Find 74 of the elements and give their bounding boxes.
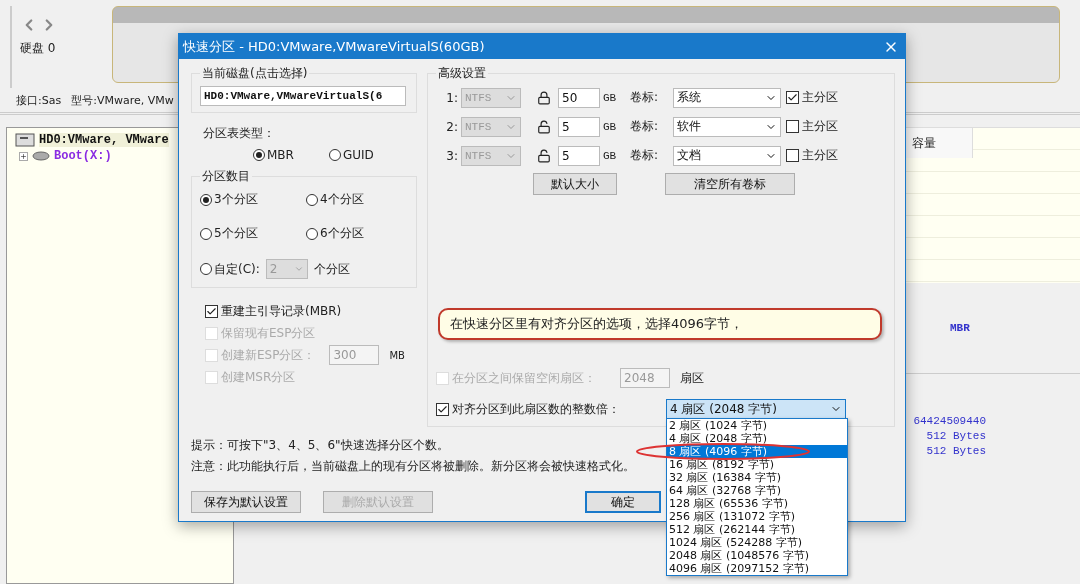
hint-text: 提示：可按下"3、4、5、6"快速选择分区个数。 — [191, 437, 449, 454]
checkbox[interactable]: 重建主引导记录(MBR) — [205, 300, 342, 322]
list-option[interactable]: 4 扇区 (2048 字节) — [667, 432, 847, 445]
volume-select[interactable]: 软件 — [673, 116, 781, 137]
count-suffix: 个分区 — [313, 260, 350, 278]
hint-text: 注意：此功能执行后，当前磁盘上的现有分区将被删除。新分区将会被快速格式化。 — [191, 458, 635, 475]
alignment-select[interactable]: 4 扇区 (2048 字节) — [666, 399, 846, 419]
radio-option[interactable]: GUID — [329, 148, 405, 162]
checkbox[interactable]: 主分区 — [786, 144, 858, 167]
group-title: 当前磁盘(点击选择) — [201, 65, 309, 82]
unit-label: GB — [603, 91, 618, 104]
radio-option[interactable]: 4个分区 — [306, 191, 406, 208]
list-option[interactable]: 2048 扇区 (1048576 字节) — [667, 549, 847, 562]
partition-style: MBR — [950, 322, 970, 334]
list-option[interactable]: 16 扇区 (8192 字节) — [667, 458, 847, 471]
unit-label: MB — [389, 349, 405, 361]
lock-icon[interactable] — [537, 90, 551, 105]
list-option[interactable]: 2 扇区 (1024 字节) — [667, 419, 847, 432]
model-label: 型号:VMware, VMw — [71, 92, 174, 108]
list-option[interactable]: 512 扇区 (262144 字节) — [667, 523, 847, 536]
disk-detail: 64424509440 — [913, 414, 986, 429]
list-option[interactable]: 128 扇区 (65536 字节) — [667, 497, 847, 510]
list-option[interactable]: 1024 扇区 (524288 字节) — [667, 536, 847, 549]
partition-index: 1: — [445, 90, 458, 105]
ok-button[interactable]: 确定 — [585, 491, 661, 513]
check-icon — [437, 403, 448, 415]
unlock-icon[interactable] — [537, 148, 551, 163]
size-field[interactable]: 5 — [558, 116, 600, 137]
size-field[interactable]: 50 — [558, 87, 600, 108]
drive-icon — [32, 151, 50, 161]
radio-option[interactable]: MBR — [253, 148, 329, 162]
list-option[interactable]: 4096 扇区 (2097152 字节) — [667, 562, 847, 575]
radio-option[interactable]: 6个分区 — [306, 225, 406, 242]
checkbox[interactable]: 对齐分区到此扇区数的整数倍： — [436, 398, 662, 420]
clear-labels-button[interactable]: 清空所有卷标 — [665, 173, 795, 195]
radio-option[interactable]: 自定(C): — [200, 260, 260, 278]
list-option[interactable]: 64 扇区 (32768 字节) — [667, 484, 847, 497]
partition-index: 3: — [445, 148, 458, 163]
volume-caption: 卷标: — [630, 89, 660, 106]
volume-caption: 卷标: — [630, 118, 660, 135]
radio-option[interactable]: 5个分区 — [200, 225, 306, 242]
tree-item[interactable]: Boot(X:) — [54, 149, 112, 163]
checkbox[interactable]: 主分区 — [786, 115, 858, 138]
disk-field[interactable]: HD0:VMware,VMwareVirtualS(6 — [200, 86, 406, 106]
check-icon — [787, 92, 798, 103]
volume-select[interactable]: 系统 — [673, 87, 781, 108]
save-default-button[interactable]: 保存为默认设置 — [191, 491, 301, 513]
disk-detail: 512 Bytes — [926, 444, 986, 459]
unlock-icon[interactable] — [537, 119, 551, 134]
disk-detail: 512 Bytes — [926, 429, 986, 444]
column-header: 容量 — [906, 128, 973, 158]
checkbox[interactable]: 主分区 — [786, 86, 858, 109]
unit-label: 扇区 — [680, 369, 704, 387]
tree-item[interactable]: HD0:VMware, VMware — [39, 133, 169, 147]
expander-icon[interactable] — [19, 151, 28, 161]
size-field[interactable]: 5 — [558, 145, 600, 166]
partition-index: 2: — [445, 119, 458, 134]
annotation-callout: 在快速分区里有对齐分区的选项，选择4096字节， — [438, 308, 882, 340]
unit-label: GB — [603, 149, 618, 162]
list-option[interactable]: 32 扇区 (16384 字节) — [667, 471, 847, 484]
check-icon — [206, 305, 217, 317]
volume-caption: 卷标: — [630, 147, 660, 164]
radio-option[interactable]: 3个分区 — [200, 191, 306, 208]
list-option[interactable]: 256 扇区 (131072 字节) — [667, 510, 847, 523]
disk-label: 硬盘 0 — [20, 40, 57, 57]
volume-select[interactable]: 文档 — [673, 145, 781, 166]
interface-label: 接口:Sas — [16, 92, 62, 108]
default-size-button[interactable]: 默认大小 — [533, 173, 617, 195]
window-title: 快速分区 - HD0:VMware,VMwareVirtualS(60GB) — [183, 37, 485, 56]
caret-icon — [293, 264, 304, 274]
section-label: 分区表类型： — [203, 126, 275, 140]
unit-label: GB — [603, 120, 618, 133]
group-title: 分区数目 — [201, 168, 251, 185]
group-title: 高级设置 — [437, 65, 487, 82]
